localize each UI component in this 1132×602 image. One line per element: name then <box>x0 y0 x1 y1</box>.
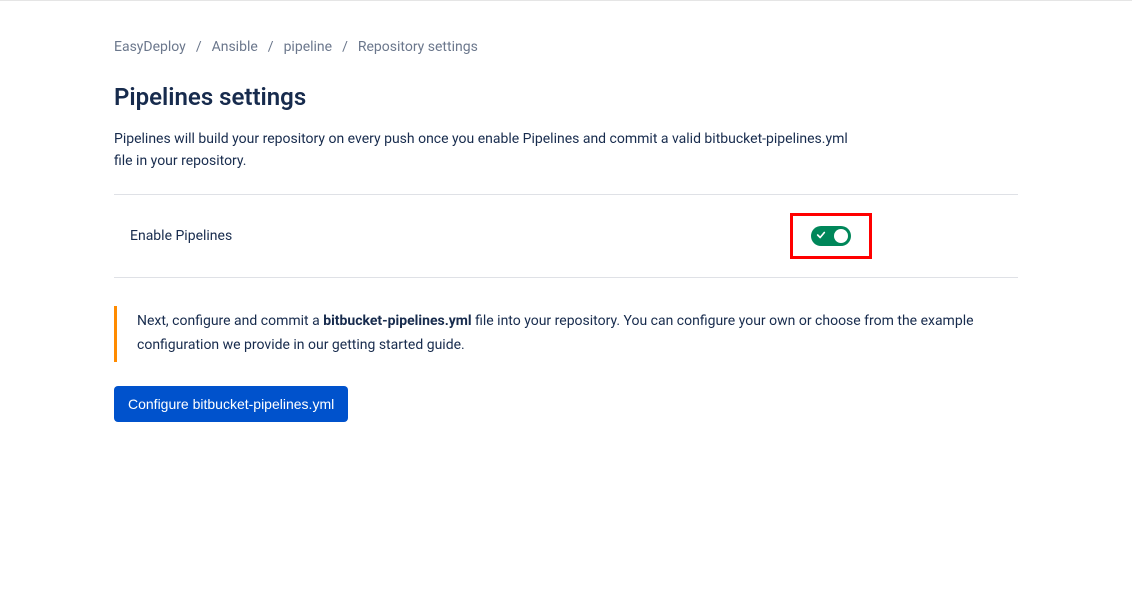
toggle-knob <box>834 229 848 243</box>
info-filename: bitbucket-pipelines.yml <box>323 313 471 329</box>
page-description: Pipelines will build your repository on … <box>114 129 854 172</box>
breadcrumb-item-project[interactable]: Ansible <box>212 39 258 55</box>
breadcrumb-item-current[interactable]: Repository settings <box>358 39 478 55</box>
enable-pipelines-row: Enable Pipelines <box>114 194 1018 278</box>
breadcrumb: EasyDeploy / Ansible / pipeline / Reposi… <box>114 39 1018 55</box>
toggle-highlight-box <box>790 213 872 259</box>
info-callout: Next, configure and commit a bitbucket-p… <box>114 306 994 362</box>
page-title: Pipelines settings <box>114 83 1018 111</box>
breadcrumb-item-workspace[interactable]: EasyDeploy <box>114 39 186 55</box>
enable-pipelines-toggle[interactable] <box>811 226 851 246</box>
breadcrumb-separator: / <box>342 39 348 55</box>
breadcrumb-separator: / <box>196 39 202 55</box>
enable-pipelines-label: Enable Pipelines <box>130 228 232 244</box>
configure-button[interactable]: Configure bitbucket-pipelines.yml <box>114 386 348 422</box>
info-text-prefix: Next, configure and commit a <box>137 313 323 329</box>
breadcrumb-item-repo[interactable]: pipeline <box>284 39 333 55</box>
check-icon <box>816 230 826 240</box>
breadcrumb-separator: / <box>268 39 274 55</box>
